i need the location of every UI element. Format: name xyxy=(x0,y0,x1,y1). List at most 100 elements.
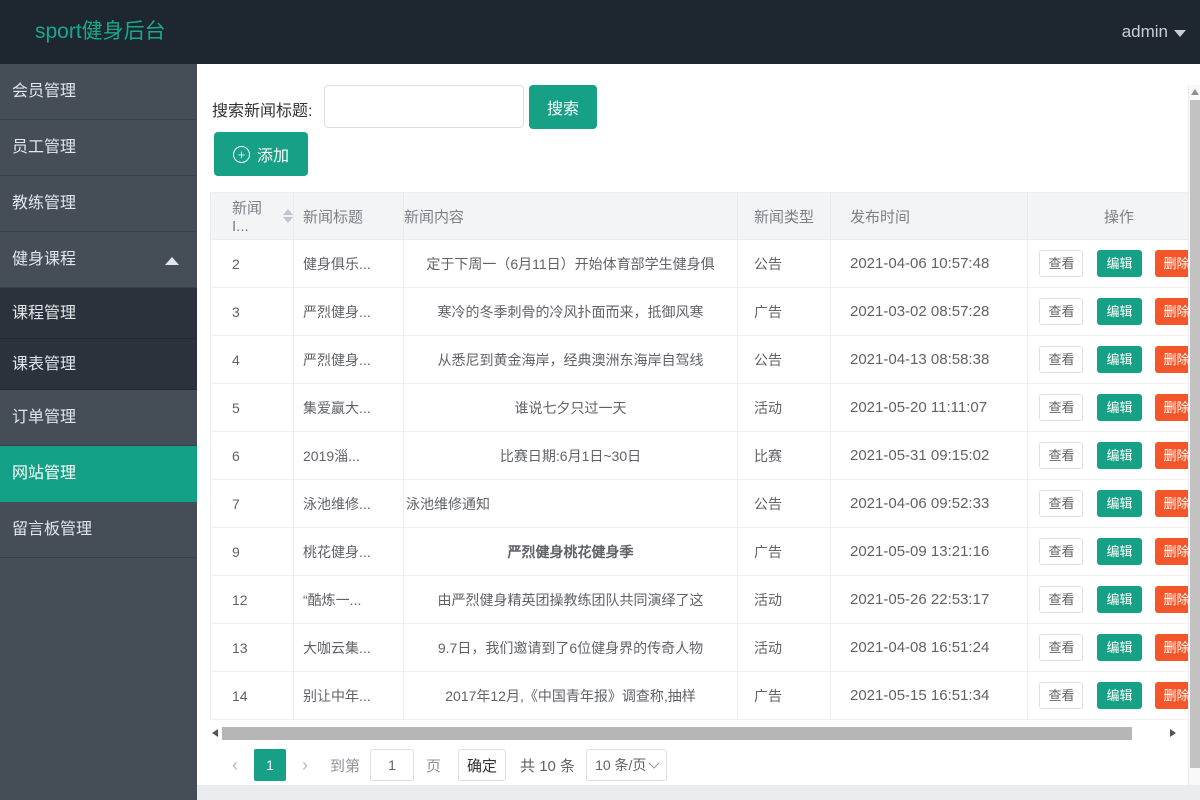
sidebar-item-8[interactable]: 网站管理 xyxy=(0,446,197,502)
cell-news-content: 谁说七夕只过一天 xyxy=(403,383,738,432)
cell-actions: 查看 编辑 删除 xyxy=(1027,239,1188,288)
delete-button[interactable]: 删除 xyxy=(1154,586,1188,613)
confirm-page-button[interactable]: 确定 xyxy=(458,749,507,781)
cell-news-type: 广告 xyxy=(737,671,831,720)
cell-news-title: 集爱赢大... xyxy=(293,383,404,432)
cell-news-content: 从悉尼到黄金海岸，经典澳洲东海岸自驾线 xyxy=(403,335,738,384)
page: sport健身后台 admin 会员管理 员工管理 教练管理 健身课程 课程管理 课表管理… xyxy=(0,0,1200,800)
sidebar-item-7[interactable]: 订单管理 xyxy=(0,390,197,446)
delete-button[interactable]: 删除 xyxy=(1154,250,1188,277)
edit-button[interactable]: 编辑 xyxy=(1097,346,1142,373)
add-button-label: 添加 xyxy=(256,148,289,165)
cell-actions: 查看 编辑 删除 xyxy=(1027,431,1188,480)
col-header-time: 发布时间 xyxy=(830,192,1028,240)
delete-button[interactable]: 删除 xyxy=(1154,298,1188,325)
cell-news-id: 9 xyxy=(210,527,294,576)
pagination-bar: ‹ 1 › 到第 页 确定 共 10 条 10 条/页 xyxy=(210,748,1188,782)
delete-button[interactable]: 删除 xyxy=(1154,394,1188,421)
horizontal-scrollbar-thumb[interactable] xyxy=(222,727,1132,740)
sidebar-item-4[interactable]: 健身课程 xyxy=(0,232,197,288)
sidebar-item-9[interactable]: 留言板管理 xyxy=(0,502,197,558)
add-button[interactable]: + 添加 xyxy=(214,132,308,176)
plus-circle-icon: + xyxy=(232,145,250,163)
sidebar-item-3[interactable]: 教练管理 xyxy=(0,176,197,232)
sort-icon[interactable] xyxy=(283,209,293,223)
view-button[interactable]: 查看 xyxy=(1039,682,1084,709)
scroll-up-arrow-icon[interactable] xyxy=(1191,89,1199,95)
edit-button[interactable]: 编辑 xyxy=(1097,682,1142,709)
delete-button[interactable]: 删除 xyxy=(1154,442,1188,469)
table-row: 12 “酷炼一... 由严烈健身精英团操教练团队共同演绎了这 活动 2021-05-26… xyxy=(210,575,1188,624)
edit-button[interactable]: 编辑 xyxy=(1097,634,1142,661)
vertical-scrollbar[interactable] xyxy=(1188,85,1200,785)
sidebar-item-1[interactable]: 会员管理 xyxy=(0,64,197,120)
edit-button[interactable]: 编辑 xyxy=(1097,394,1142,421)
edit-button[interactable]: 编辑 xyxy=(1097,586,1142,613)
sidebar-item-6[interactable]: 课表管理 xyxy=(0,339,197,390)
sidebar-item-label: 教练管理 xyxy=(12,195,77,212)
next-page-button[interactable]: › xyxy=(292,755,318,776)
cell-actions: 查看 编辑 删除 xyxy=(1027,671,1188,720)
edit-button[interactable]: 编辑 xyxy=(1097,442,1142,469)
cell-news-type: 活动 xyxy=(737,623,831,672)
chevron-up-icon xyxy=(165,257,179,265)
page-1-button[interactable]: 1 xyxy=(254,749,286,781)
cell-news-id: 5 xyxy=(210,383,294,432)
delete-button[interactable]: 删除 xyxy=(1154,490,1188,517)
cell-publish-time: 2021-05-31 09:15:02 xyxy=(830,431,1028,480)
user-menu[interactable]: admin xyxy=(1122,0,1186,64)
prev-page-button[interactable]: ‹ xyxy=(222,755,248,776)
scroll-right-arrow-icon[interactable] xyxy=(1170,729,1176,737)
view-button[interactable]: 查看 xyxy=(1039,394,1084,421)
edit-button[interactable]: 编辑 xyxy=(1097,538,1142,565)
scroll-left-arrow-icon[interactable] xyxy=(212,729,218,737)
table-row: 6 2019淄... 比赛日期:6月1日~30日 比赛 2021-05-31 09:15… xyxy=(210,431,1188,480)
cell-news-title: 别让中年... xyxy=(293,671,404,720)
page-unit-label: 页 xyxy=(426,757,442,775)
delete-button[interactable]: 删除 xyxy=(1154,682,1188,709)
view-button[interactable]: 查看 xyxy=(1039,586,1084,613)
edit-button[interactable]: 编辑 xyxy=(1097,250,1142,277)
sidebar-item-5[interactable]: 课程管理 xyxy=(0,288,197,339)
view-button[interactable]: 查看 xyxy=(1039,250,1084,277)
page-size-select[interactable]: 10 条/页 xyxy=(586,749,668,781)
cell-news-content: 9.7日，我们邀请到了6位健身界的传奇人物 xyxy=(403,623,738,672)
sidebar-item-2[interactable]: 员工管理 xyxy=(0,120,197,176)
cell-publish-time: 2021-05-20 11:11:07 xyxy=(830,383,1028,432)
sidebar-item-label: 健身课程 xyxy=(12,251,77,268)
view-button[interactable]: 查看 xyxy=(1039,298,1084,325)
delete-button[interactable]: 删除 xyxy=(1154,346,1188,373)
cell-news-id: 14 xyxy=(210,671,294,720)
horizontal-scrollbar[interactable] xyxy=(210,727,1188,740)
cell-actions: 查看 编辑 删除 xyxy=(1027,527,1188,576)
edit-button[interactable]: 编辑 xyxy=(1097,490,1142,517)
cell-news-title: 严烈健身... xyxy=(293,335,404,384)
view-button[interactable]: 查看 xyxy=(1039,634,1084,661)
view-button[interactable]: 查看 xyxy=(1039,442,1084,469)
view-button[interactable]: 查看 xyxy=(1039,346,1084,373)
delete-button[interactable]: 删除 xyxy=(1154,634,1188,661)
sidebar-item-label: 订单管理 xyxy=(12,409,77,426)
cell-news-type: 活动 xyxy=(737,575,831,624)
cell-news-type: 比赛 xyxy=(737,431,831,480)
cell-actions: 查看 编辑 删除 xyxy=(1027,623,1188,672)
cell-news-title: “酷炼一... xyxy=(293,575,404,624)
view-button[interactable]: 查看 xyxy=(1039,538,1084,565)
cell-publish-time: 2021-03-02 08:57:28 xyxy=(830,287,1028,336)
cell-publish-time: 2021-05-09 13:21:16 xyxy=(830,527,1028,576)
chevron-down-icon xyxy=(1174,30,1186,37)
page-background-strip xyxy=(197,785,1200,800)
col-header-news-id[interactable]: 新闻I... xyxy=(210,192,294,240)
news-table: 新闻I... 新闻标题 新闻内容 新闻类型 发布时间 操作 2 健身俱乐... 定于… xyxy=(210,192,1188,725)
delete-button[interactable]: 删除 xyxy=(1154,538,1188,565)
search-button[interactable]: 搜索 xyxy=(529,85,597,129)
view-button[interactable]: 查看 xyxy=(1039,490,1084,517)
search-input[interactable] xyxy=(324,85,524,128)
page-number-input[interactable] xyxy=(370,749,415,781)
table-row: 3 严烈健身... 寒冷的冬季刺骨的冷风扑面而来，抵御风寒 广告 2021-03-02 … xyxy=(210,287,1188,336)
vertical-scrollbar-thumb[interactable] xyxy=(1190,100,1200,768)
table-header-row: 新闻I... 新闻标题 新闻内容 新闻类型 发布时间 操作 xyxy=(210,192,1188,240)
cell-news-title: 健身俱乐... xyxy=(293,239,404,288)
cell-actions: 查看 编辑 删除 xyxy=(1027,479,1188,528)
edit-button[interactable]: 编辑 xyxy=(1097,298,1142,325)
